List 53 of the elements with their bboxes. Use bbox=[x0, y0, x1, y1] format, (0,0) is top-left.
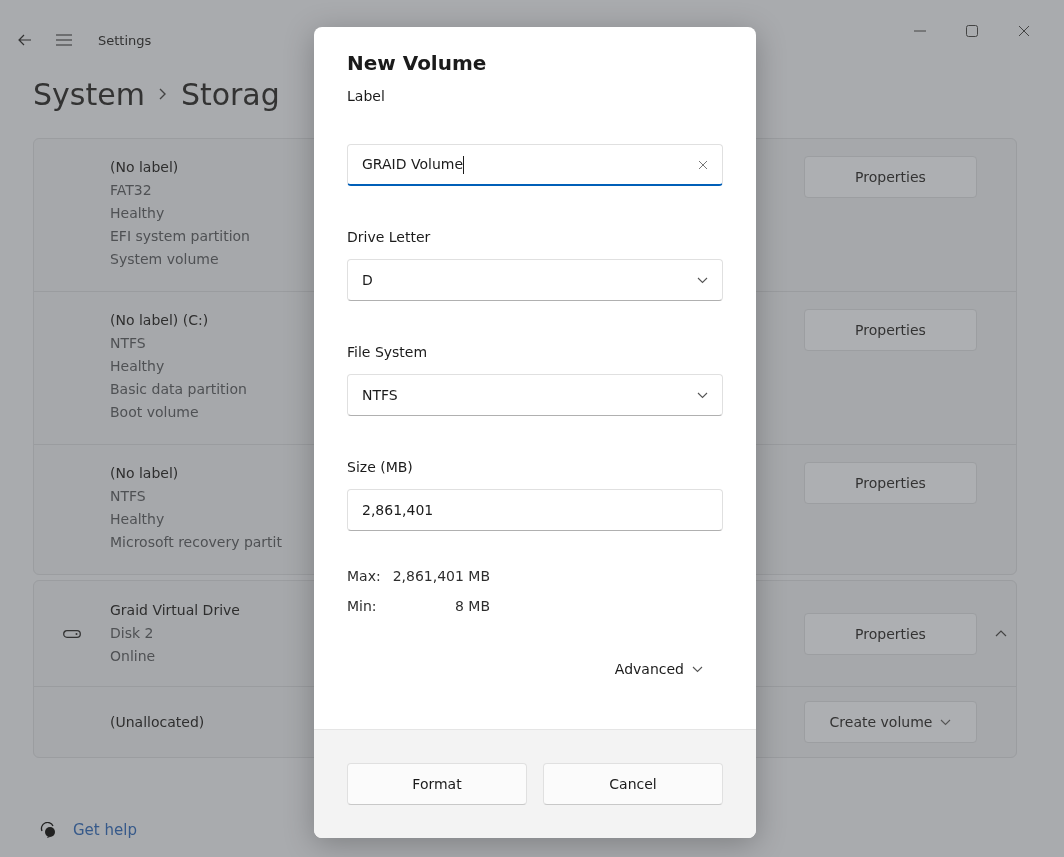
limit-label: Max: bbox=[347, 568, 381, 584]
menu-icon[interactable] bbox=[56, 34, 72, 46]
field-label: File System bbox=[347, 344, 429, 360]
field-label: Size (MB) bbox=[347, 459, 414, 475]
volume-detail: Boot volume bbox=[110, 403, 199, 422]
volume-name: (No label) bbox=[110, 158, 179, 177]
volume-detail: NTFS bbox=[110, 334, 146, 353]
drive-name: Graid Virtual Drive bbox=[110, 601, 240, 620]
chevron-right-icon bbox=[158, 88, 167, 100]
chevron-down-icon bbox=[697, 276, 708, 284]
chevron-down-icon bbox=[697, 391, 708, 399]
dropdown-field[interactable]: D bbox=[347, 259, 723, 301]
properties-button[interactable]: Properties bbox=[804, 462, 977, 504]
volume-detail: Healthy bbox=[110, 357, 165, 376]
volume-detail: Healthy bbox=[110, 510, 165, 529]
advanced-button[interactable]: Advanced bbox=[608, 660, 709, 678]
help-icon bbox=[40, 822, 57, 838]
volume-name: (Unallocated) bbox=[110, 712, 205, 732]
chevron-up-icon[interactable] bbox=[995, 630, 1007, 637]
field-label: Drive Letter bbox=[347, 229, 432, 245]
back-icon[interactable] bbox=[18, 34, 32, 46]
clear-icon[interactable] bbox=[698, 159, 708, 170]
input-field[interactable]: GRAID Volume bbox=[347, 144, 723, 186]
breadcrumb-item: Storag bbox=[180, 76, 280, 112]
limit-value: 8 MB bbox=[454, 598, 491, 614]
chevron-down-icon bbox=[692, 665, 703, 673]
properties-button[interactable]: Properties bbox=[804, 612, 977, 655]
breadcrumb-item[interactable]: System bbox=[33, 76, 145, 112]
limit-value: 2,861,401 MB bbox=[392, 568, 491, 584]
drive-detail: Disk 2 bbox=[110, 624, 154, 643]
volume-detail: FAT32 bbox=[110, 181, 152, 200]
limit-label: Min: bbox=[347, 598, 378, 614]
volume-detail: NTFS bbox=[110, 487, 146, 506]
volume-detail: Basic data partition bbox=[110, 380, 247, 399]
format-button[interactable]: Format bbox=[347, 763, 527, 805]
create-volume-button[interactable]: Create volume bbox=[804, 701, 977, 743]
properties-button[interactable]: Properties bbox=[804, 309, 977, 351]
volume-detail: System volume bbox=[110, 250, 219, 269]
properties-button[interactable]: Properties bbox=[804, 156, 977, 198]
dialog-title: New Volume bbox=[347, 51, 488, 75]
input-field[interactable]: 2,861,401 bbox=[347, 489, 723, 531]
volume-name: (No label) bbox=[110, 464, 179, 483]
drive-icon bbox=[63, 629, 81, 638]
dropdown-field[interactable]: NTFS bbox=[347, 374, 723, 416]
chevron-down-icon bbox=[940, 718, 952, 726]
cancel-button[interactable]: Cancel bbox=[543, 763, 723, 805]
volume-detail: Healthy bbox=[110, 204, 165, 223]
window-title: Settings bbox=[98, 32, 152, 48]
field-label: Label bbox=[347, 88, 386, 104]
drive-detail: Online bbox=[110, 647, 156, 666]
volume-detail: Microsoft recovery partit bbox=[110, 533, 282, 552]
volume-name: (No label) (C:) bbox=[110, 311, 209, 330]
volume-detail: EFI system partition bbox=[110, 227, 250, 246]
